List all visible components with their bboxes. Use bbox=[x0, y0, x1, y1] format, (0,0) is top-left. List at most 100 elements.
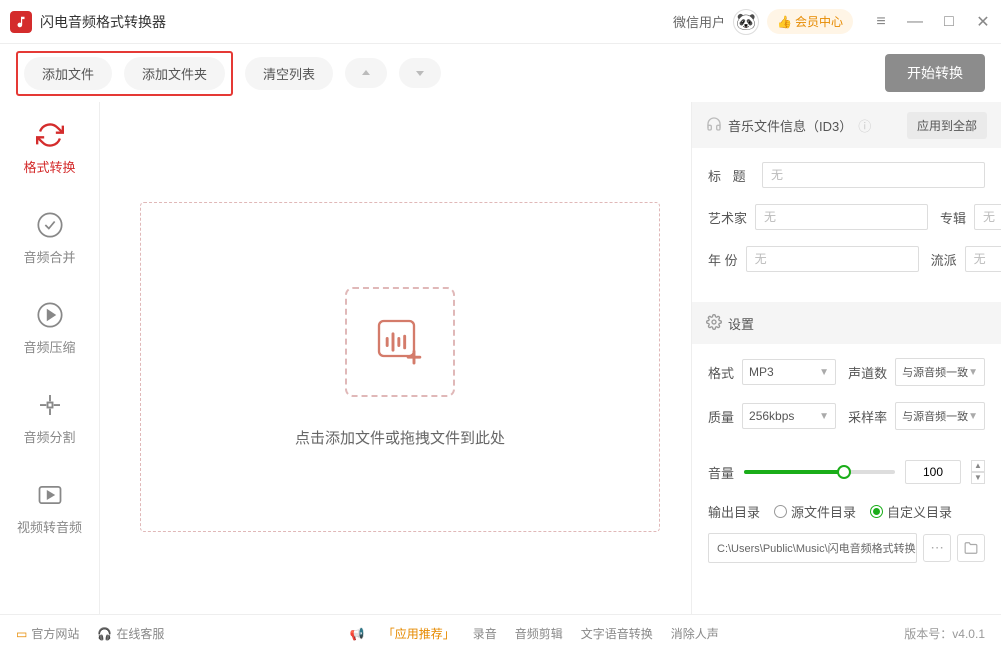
format-select[interactable]: MP3▼ bbox=[742, 359, 836, 385]
sidebar-item-audio-split[interactable]: 音频分割 bbox=[0, 372, 99, 462]
genre-label: 流派 bbox=[931, 250, 957, 269]
sidebar-item-label: 视频转音频 bbox=[17, 517, 82, 536]
official-site-link[interactable]: ▭ 官方网站 bbox=[16, 625, 79, 642]
merge-icon bbox=[34, 209, 66, 241]
chevron-down-icon: ▼ bbox=[968, 411, 978, 422]
id3-title: 音乐文件信息（ID3） bbox=[728, 116, 852, 135]
output-path-field[interactable]: C:\Users\Public\Music\闪电音频格式转换器 bbox=[708, 533, 917, 563]
gear-icon bbox=[706, 314, 722, 333]
sidebar-item-video-to-audio[interactable]: 视频转音频 bbox=[0, 462, 99, 552]
genre-field[interactable] bbox=[965, 246, 1001, 272]
id3-form: 标 题 艺术家 专辑 年 份 流派 bbox=[692, 148, 1001, 302]
volume-slider[interactable] bbox=[744, 470, 895, 474]
compress-icon bbox=[34, 299, 66, 331]
window-controls: ≡ ― □ ✕ bbox=[873, 14, 991, 30]
move-down-button[interactable] bbox=[399, 58, 441, 88]
footer-link-clip[interactable]: 音频剪辑 bbox=[515, 625, 563, 642]
close-icon[interactable]: ✕ bbox=[975, 14, 991, 30]
radio-source-dir[interactable]: 源文件目录 bbox=[774, 502, 856, 521]
chevron-down-icon: ▼ bbox=[968, 367, 978, 378]
title-field[interactable] bbox=[762, 162, 985, 188]
main-area: 格式转换 音频合并 音频压缩 音频分割 视频转音频 bbox=[0, 102, 1001, 614]
vip-button[interactable]: 👍 会员中心 bbox=[767, 9, 853, 34]
center-panel: 点击添加文件或拖拽文件到此处 bbox=[100, 102, 691, 614]
samplerate-select[interactable]: 与源音频一致▼ bbox=[895, 402, 985, 430]
sidebar-item-format-convert[interactable]: 格式转换 bbox=[0, 102, 99, 192]
drop-text: 点击添加文件或拖拽文件到此处 bbox=[295, 427, 505, 448]
video-icon bbox=[34, 479, 66, 511]
quality-label: 质量 bbox=[708, 407, 734, 426]
settings-form: 格式 MP3▼ 声道数 与源音频一致▼ 质量 256kbps▼ 采样率 与源音频… bbox=[692, 344, 1001, 460]
album-label: 专辑 bbox=[940, 208, 966, 227]
sidebar-item-label: 音频压缩 bbox=[23, 337, 75, 356]
version-label: 版本号：v4.0.1 bbox=[904, 625, 985, 642]
volume-label: 音量 bbox=[708, 463, 734, 482]
sidebar: 格式转换 音频合并 音频压缩 音频分割 视频转音频 bbox=[0, 102, 100, 614]
drop-zone[interactable]: 点击添加文件或拖拽文件到此处 bbox=[140, 202, 660, 532]
apply-all-button[interactable]: 应用到全部 bbox=[907, 112, 987, 139]
year-field[interactable] bbox=[746, 246, 919, 272]
titlebar: 闪电音频格式转换器 微信用户 🐼 👍 会员中心 ≡ ― □ ✕ bbox=[0, 0, 1001, 44]
move-up-button[interactable] bbox=[345, 58, 387, 88]
menu-icon[interactable]: ≡ bbox=[873, 14, 889, 30]
thumbs-up-icon: 👍 bbox=[777, 15, 792, 29]
channels-label: 声道数 bbox=[848, 363, 887, 382]
settings-title: 设置 bbox=[728, 314, 754, 333]
app-logo-icon bbox=[10, 11, 32, 33]
maximize-icon[interactable]: □ bbox=[941, 14, 957, 30]
footer-link-record[interactable]: 录音 bbox=[473, 625, 497, 642]
chevron-down-icon: ▼ bbox=[819, 367, 829, 378]
path-row: C:\Users\Public\Music\闪电音频格式转换器 ⋯ bbox=[692, 533, 1001, 563]
artist-label: 艺术家 bbox=[708, 208, 747, 227]
avatar-icon[interactable]: 🐼 bbox=[733, 9, 759, 35]
sidebar-item-label: 格式转换 bbox=[23, 157, 75, 176]
minimize-icon[interactable]: ― bbox=[907, 14, 923, 30]
id3-header: 音乐文件信息（ID3） ⓘ 应用到全部 bbox=[692, 102, 1001, 148]
year-label: 年 份 bbox=[708, 250, 738, 269]
sidebar-item-audio-merge[interactable]: 音频合并 bbox=[0, 192, 99, 282]
add-file-button[interactable]: 添加文件 bbox=[24, 57, 112, 90]
recommend-label: 「应用推荐」 bbox=[383, 625, 455, 642]
output-label: 输出目录 bbox=[708, 502, 760, 521]
format-label: 格式 bbox=[708, 363, 734, 382]
step-up-icon[interactable]: ▲ bbox=[971, 460, 985, 472]
artist-field[interactable] bbox=[755, 204, 928, 230]
volume-stepper[interactable]: ▲▼ bbox=[971, 460, 985, 484]
settings-header: 设置 bbox=[692, 302, 1001, 344]
support-link[interactable]: 🎧 在线客服 bbox=[97, 625, 164, 642]
slider-thumb[interactable] bbox=[837, 465, 851, 479]
album-field[interactable] bbox=[974, 204, 1001, 230]
user-area: 微信用户 🐼 👍 会员中心 bbox=[673, 9, 853, 35]
app-title: 闪电音频格式转换器 bbox=[40, 12, 673, 32]
megaphone-icon: 📢 bbox=[350, 627, 365, 641]
radio-custom-dir[interactable]: 自定义目录 bbox=[870, 502, 952, 521]
volume-row: 音量 ▲▼ bbox=[692, 460, 1001, 484]
start-convert-button[interactable]: 开始转换 bbox=[885, 54, 985, 92]
sidebar-item-label: 音频合并 bbox=[23, 247, 75, 266]
browse-folder-button[interactable] bbox=[957, 534, 985, 562]
monitor-icon: ▭ bbox=[16, 627, 27, 641]
step-down-icon[interactable]: ▼ bbox=[971, 472, 985, 484]
split-icon bbox=[34, 389, 66, 421]
quality-select[interactable]: 256kbps▼ bbox=[742, 403, 836, 429]
toolbar: 添加文件 添加文件夹 清空列表 开始转换 bbox=[0, 44, 1001, 102]
clear-list-button[interactable]: 清空列表 bbox=[245, 57, 333, 90]
right-panel: 音乐文件信息（ID3） ⓘ 应用到全部 标 题 艺术家 专辑 bbox=[691, 102, 1001, 614]
highlight-annotation: 添加文件 添加文件夹 bbox=[16, 51, 233, 96]
volume-input[interactable] bbox=[905, 460, 961, 484]
user-name: 微信用户 bbox=[673, 12, 725, 31]
channels-select[interactable]: 与源音频一致▼ bbox=[895, 358, 985, 386]
add-folder-button[interactable]: 添加文件夹 bbox=[124, 57, 225, 90]
sidebar-item-label: 音频分割 bbox=[23, 427, 75, 446]
footer-link-vocal-remove[interactable]: 消除人声 bbox=[671, 625, 719, 642]
info-icon[interactable]: ⓘ bbox=[858, 116, 871, 135]
footer: ▭ 官方网站 🎧 在线客服 📢 「应用推荐」 录音 音频剪辑 文字语音转换 消除… bbox=[0, 614, 1001, 652]
headset-icon: 🎧 bbox=[97, 627, 112, 641]
drop-icon-box bbox=[345, 287, 455, 397]
chevron-down-icon: ▼ bbox=[819, 411, 829, 422]
refresh-icon bbox=[34, 119, 66, 151]
more-button[interactable]: ⋯ bbox=[923, 534, 951, 562]
footer-link-tts[interactable]: 文字语音转换 bbox=[581, 625, 653, 642]
sidebar-item-audio-compress[interactable]: 音频压缩 bbox=[0, 282, 99, 372]
output-row: 输出目录 源文件目录 自定义目录 bbox=[692, 502, 1001, 521]
